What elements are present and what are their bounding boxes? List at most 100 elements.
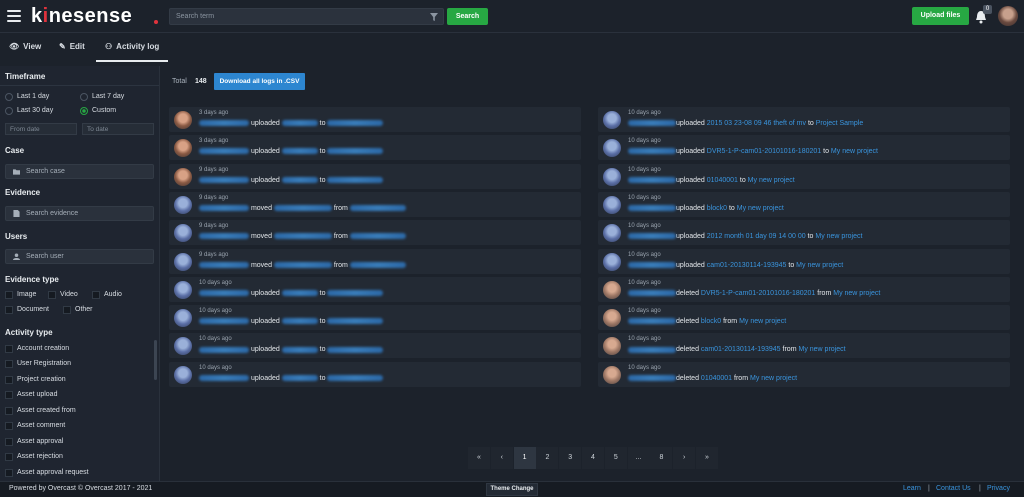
kinesense-logo[interactable]: kinesense (31, 5, 132, 28)
activity-card[interactable]: 10 days ago uploaded to (169, 305, 581, 331)
activity-type-asset-upload[interactable]: Asset upload (0, 388, 154, 403)
avatar[interactable] (174, 365, 192, 384)
privacy-link[interactable]: Privacy (987, 485, 1010, 492)
redacted-target[interactable] (349, 205, 406, 212)
activity-card[interactable]: 10 days ago uploaded to (169, 361, 581, 387)
activity-card[interactable]: 10 days ago deleted block0 from My new pr… (598, 305, 1010, 331)
page-button[interactable]: 3 (559, 447, 582, 469)
checkbox[interactable] (5, 453, 13, 461)
avatar[interactable] (174, 224, 192, 243)
avatar[interactable] (174, 139, 192, 158)
activity-type-asset-approval-request[interactable]: Asset approval request (0, 466, 154, 481)
avatar[interactable] (603, 337, 621, 356)
activity-card[interactable]: 10 days ago uploaded block0 to My new pro… (598, 191, 1010, 217)
filter-icon[interactable] (430, 13, 438, 21)
page-button[interactable]: ... (627, 447, 650, 469)
page-button[interactable]: › (673, 447, 696, 469)
activity-card[interactable]: 9 days ago moved from (169, 248, 581, 274)
project-link[interactable]: My new project (798, 346, 845, 353)
radio-custom[interactable] (80, 107, 88, 115)
page-button[interactable]: 8 (650, 447, 673, 469)
avatar[interactable] (174, 309, 192, 328)
project-link[interactable]: My new project (815, 233, 862, 240)
activity-card[interactable]: 9 days ago moved from (169, 220, 581, 246)
avatar[interactable] (174, 280, 192, 299)
activity-type-project-creation[interactable]: Project creation (0, 373, 154, 388)
search-user-input[interactable]: Search user (5, 249, 154, 264)
search-case-input[interactable]: Search case (5, 164, 154, 179)
avatar[interactable] (174, 111, 192, 129)
activity-type-user-registration[interactable]: User Registration (0, 357, 154, 372)
asset-link[interactable]: DVR5-1-P-cam01-20101016-180201 (707, 148, 821, 155)
learn-link[interactable]: Learn (903, 485, 921, 492)
tab-activity-log[interactable]: ⚇ Activity log (105, 42, 159, 51)
avatar[interactable] (603, 252, 621, 271)
avatar[interactable] (603, 139, 621, 158)
redacted-item[interactable] (273, 233, 332, 240)
upload-files-button[interactable]: Upload files (912, 7, 969, 25)
redacted-item[interactable] (273, 205, 332, 212)
asset-link[interactable]: cam01-20130114-193945 (701, 346, 781, 353)
tab-edit[interactable]: ✎ Edit (59, 42, 85, 51)
project-link[interactable]: My new project (737, 205, 784, 212)
activity-card[interactable]: 3 days ago uploaded to (169, 135, 581, 161)
activity-card[interactable]: 10 days ago deleted cam01-20130114-193945… (598, 333, 1010, 359)
asset-link[interactable]: cam01-20130114-193945 (707, 262, 787, 269)
checkbox[interactable] (5, 345, 13, 353)
redacted-item[interactable] (281, 289, 318, 296)
radio-last-7-day[interactable] (80, 93, 88, 101)
activity-card[interactable]: 10 days ago uploaded 01040001 to My new p… (598, 163, 1010, 189)
checkbox-video[interactable] (48, 291, 56, 299)
checkbox-audio[interactable] (92, 291, 100, 299)
project-link[interactable]: My new project (750, 375, 797, 382)
activity-card[interactable]: 9 days ago uploaded to (169, 163, 581, 189)
avatar[interactable] (174, 195, 192, 214)
asset-link[interactable]: 01040001 (707, 177, 738, 184)
redacted-target[interactable] (327, 318, 384, 325)
redacted-item[interactable] (281, 346, 318, 353)
activity-card[interactable]: 3 days ago uploaded to (169, 107, 581, 132)
asset-link[interactable]: 2012 month 01 day 09 14 00 00 (707, 233, 806, 240)
avatar[interactable] (603, 309, 621, 328)
activity-card[interactable]: 10 days ago deleted DVR5-1-P-cam01-201010… (598, 276, 1010, 302)
avatar[interactable] (603, 280, 621, 299)
search-input[interactable]: Search term (169, 8, 444, 25)
radio-last-1-day[interactable] (5, 93, 13, 101)
activity-card[interactable]: 10 days ago deleted 01040001 from My new … (598, 361, 1010, 387)
project-link[interactable]: My new project (739, 318, 786, 325)
download-csv-button[interactable]: Download all logs in .CSV (214, 73, 305, 90)
hamburger-menu-icon[interactable] (7, 10, 21, 22)
redacted-target[interactable] (349, 261, 406, 268)
redacted-item[interactable] (281, 318, 318, 325)
page-button[interactable]: 4 (582, 447, 604, 469)
checkbox[interactable] (5, 469, 13, 477)
asset-link[interactable]: block0 (707, 205, 727, 212)
radio-last-30-day[interactable] (5, 107, 13, 115)
user-avatar[interactable] (998, 6, 1018, 26)
activity-card[interactable]: 9 days ago moved from (169, 191, 581, 217)
page-button[interactable]: ‹ (490, 447, 513, 469)
tab-view[interactable]: 👁 View (9, 42, 41, 51)
from-date-input[interactable]: From date (5, 123, 77, 135)
activity-type-account-creation[interactable]: Account creation (0, 342, 154, 357)
redacted-target[interactable] (349, 233, 406, 240)
asset-link[interactable]: 01040001 (701, 375, 732, 382)
redacted-target[interactable] (327, 148, 384, 155)
search-button[interactable]: Search (447, 8, 488, 25)
avatar[interactable] (603, 111, 621, 129)
activity-card[interactable]: 10 days ago uploaded 2012 month 01 day 09… (598, 220, 1010, 246)
checkbox-document[interactable] (5, 306, 13, 314)
project-link[interactable]: My new project (748, 177, 795, 184)
activity-type-asset-created-from[interactable]: Asset created from (0, 404, 154, 419)
checkbox[interactable] (5, 391, 13, 399)
activity-type-asset-approval[interactable]: Asset approval (0, 435, 154, 450)
checkbox[interactable] (5, 360, 13, 368)
page-button[interactable]: 1 (513, 447, 536, 469)
avatar[interactable] (603, 224, 621, 243)
page-button[interactable]: « (468, 447, 490, 469)
redacted-target[interactable] (327, 120, 384, 127)
activity-card[interactable]: 10 days ago uploaded 2015 03 23-08 09 46 … (598, 107, 1010, 132)
to-date-input[interactable]: To date (82, 123, 154, 135)
checkbox[interactable] (5, 376, 13, 384)
activity-card[interactable]: 10 days ago uploaded cam01-20130114-19394… (598, 248, 1010, 274)
